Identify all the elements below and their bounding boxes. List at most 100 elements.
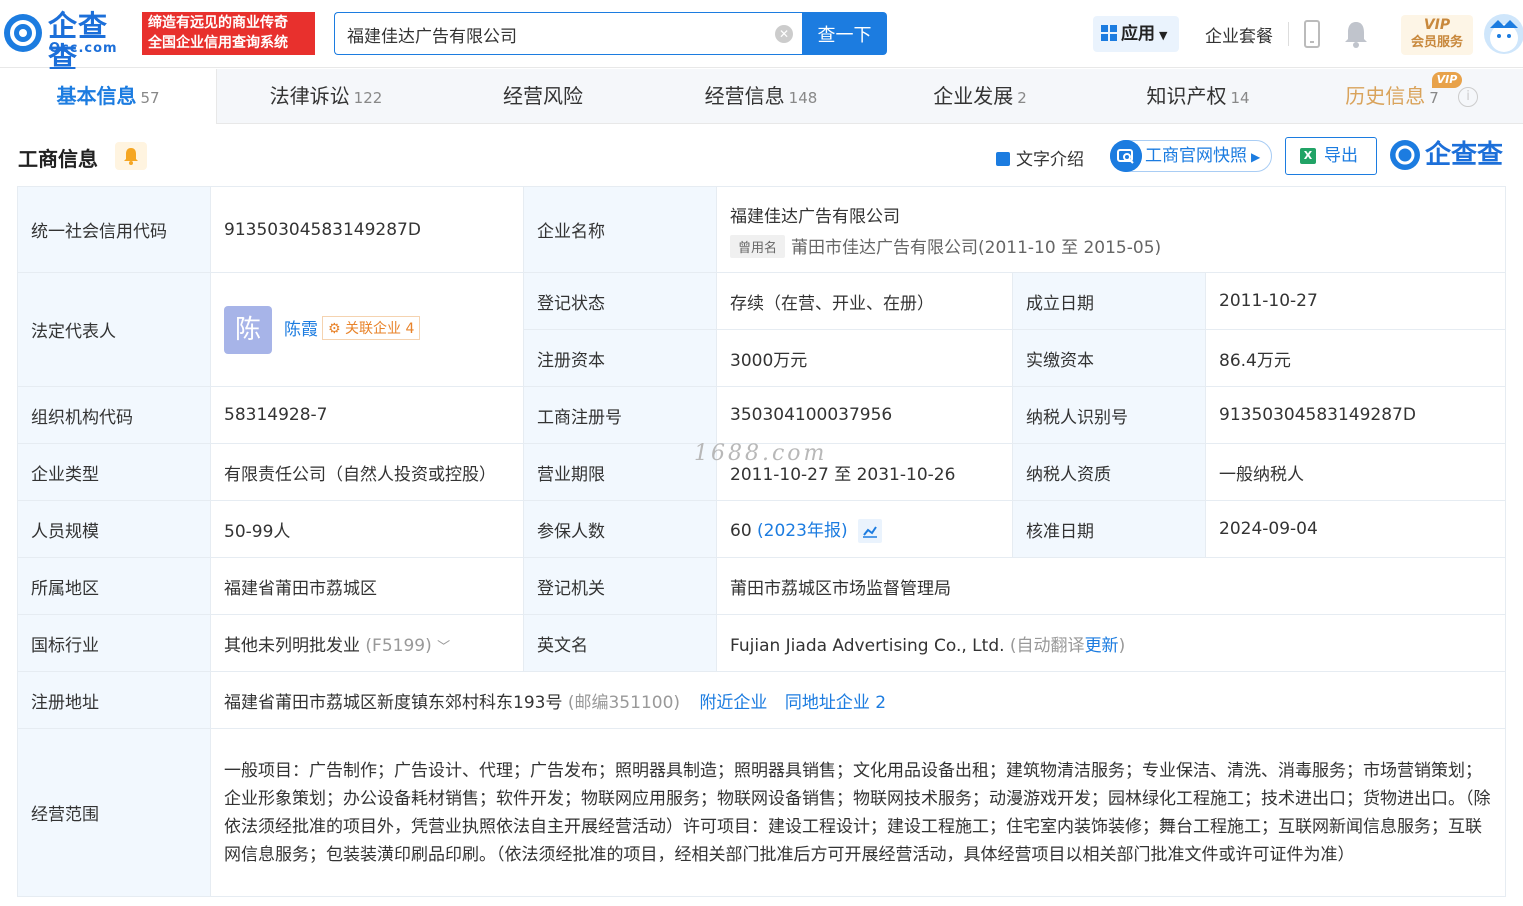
vip-service-label: 会员服务 — [1410, 35, 1463, 50]
same-address-companies-link[interactable]: 同地址企业 2 — [785, 693, 886, 713]
reg-status-value: 存续（在营、开业、在册） — [716, 272, 1013, 330]
address-cell: 福建省莆田市荔城区新度镇东郊村科东193号 (邮编351100) 附近企业 同地… — [210, 671, 1506, 729]
reg-status-label: 登记状态 — [523, 272, 717, 330]
text-intro-label: 文字介绍 — [1016, 150, 1084, 170]
play-arrow-icon: ▶ — [1251, 150, 1261, 164]
tab-development[interactable]: 企业发展 2 — [871, 69, 1089, 124]
tab-ip[interactable]: 知识产权 14 — [1089, 69, 1307, 124]
established-label: 成立日期 — [1012, 272, 1206, 330]
tab-basic-info[interactable]: 基本信息 57 — [0, 69, 217, 124]
search-button[interactable]: 查一下 — [802, 12, 887, 55]
business-info-table: 统一社会信用代码 91350304583149287D 企业名称 福建佳达广告有… — [17, 186, 1506, 897]
bell-icon — [124, 148, 138, 165]
approval-date-label: 核准日期 — [1012, 500, 1206, 558]
tab-legal[interactable]: 法律诉讼 122 — [217, 69, 435, 124]
slogan-banner: 缔造有远见的商业传奇 全国企业信用查询系统 — [142, 12, 315, 55]
table-row: 所属地区 福建省莆田市荔城区 登记机关 莆田市荔城区市场监督管理局 — [17, 557, 1506, 615]
scope-value: 一般项目：广告制作；广告设计、代理；广告发布；照明器具制造；照明器具销售；文化用… — [210, 728, 1506, 897]
enterprise-suite-link[interactable]: 企业套餐 — [1205, 22, 1273, 47]
qcc-brand-mark: 企查查 — [1389, 139, 1507, 173]
taxpayer-id-value: 91350304583149287D — [1205, 386, 1506, 444]
export-label: 导出 — [1324, 146, 1358, 166]
former-name-tag: 曾用名 — [730, 234, 786, 258]
tab-operations[interactable]: 经营信息 148 — [651, 69, 871, 124]
former-name-value: 莆田市佳达广告有限公司 — [791, 237, 979, 258]
user-avatar[interactable] — [1484, 14, 1523, 54]
taxpayer-qual-label: 纳税人资质 — [1012, 443, 1206, 501]
english-name-cell: Fujian Jiada Advertising Co., Ltd. (自动翻译… — [716, 614, 1506, 672]
tab-count: 122 — [353, 89, 383, 107]
tab-label: 法律诉讼 — [269, 84, 350, 108]
tab-label: 企业发展 — [933, 84, 1014, 108]
table-row: 法定代表人 陈陈霞 ⚙ 关联企业 4 登记状态 存续（在营、开业、在册） 成立日期… — [17, 272, 1506, 387]
network-icon: ⚙ — [328, 320, 341, 337]
notification-bell-icon[interactable] — [1343, 20, 1369, 48]
company-name-value: 福建佳达广告有限公司 — [730, 206, 900, 227]
nearby-companies-link[interactable]: 附近企业 — [699, 693, 767, 713]
biz-term-label: 营业期限 — [523, 443, 717, 501]
tab-label: 基本信息 — [56, 84, 137, 108]
search-input[interactable] — [347, 22, 767, 46]
reg-authority-label: 登记机关 — [523, 557, 717, 615]
region-value: 福建省莆田市荔城区 — [210, 557, 524, 615]
table-row: 人员规模 50-99人 参保人数 60 (2023年报) 核准日期 2024-0… — [17, 500, 1506, 558]
snapshot-label: 工商官网快照 — [1145, 146, 1247, 166]
clear-icon[interactable]: ✕ — [775, 25, 793, 43]
biz-reg-no-value: 350304100037956 — [716, 386, 1013, 444]
former-name-row: 曾用名 莆田市佳达广告有限公司(2011-10 至 2015-05) — [730, 233, 1492, 258]
mobile-icon[interactable] — [1304, 20, 1320, 48]
paid-capital-label: 实缴资本 — [1012, 329, 1206, 387]
english-name-label: 英文名 — [523, 614, 717, 672]
related-companies-tag[interactable]: ⚙ 关联企业 4 — [322, 315, 421, 340]
reg-capital-value: 3000万元 — [716, 329, 1013, 387]
qcc-logo[interactable]: 企查查 Qcc.com — [2, 10, 137, 74]
address-label: 注册地址 — [17, 671, 211, 729]
insured-label: 参保人数 — [523, 500, 717, 558]
address-value: 福建省莆田市荔城区新度镇东郊村科东193号 — [224, 692, 563, 713]
staff-size-label: 人员规模 — [17, 500, 211, 558]
app-menu-button[interactable]: 应用 ▼ — [1093, 16, 1179, 52]
vip-service-button[interactable]: VIP 会员服务 — [1401, 15, 1473, 55]
english-name-value: Fujian Jiada Advertising Co., Ltd. — [730, 635, 1005, 656]
table-row: 国标行业 其他未列明批发业 (F5199) ﹀ 英文名 Fujian Jiada… — [17, 614, 1506, 672]
qcc-logo-icon — [4, 14, 42, 52]
slogan-line-2: 全国企业信用查询系统 — [148, 35, 288, 51]
tab-label: 历史信息 — [1345, 84, 1426, 108]
chevron-down-icon[interactable]: ﹀ — [437, 640, 450, 655]
info-icon[interactable]: i — [1458, 87, 1478, 107]
document-icon — [996, 152, 1010, 166]
avatar-mascot-icon — [1490, 20, 1518, 52]
industry-code: (F5199) — [365, 635, 432, 656]
org-code-label: 组织机构代码 — [17, 386, 211, 444]
tab-label: 经营风险 — [503, 84, 583, 108]
former-name-period: (2011-10 至 2015-05) — [978, 237, 1162, 258]
legal-rep-cell: 陈陈霞 ⚙ 关联企业 4 — [210, 272, 524, 387]
tab-count: 14 — [1230, 89, 1250, 107]
text-intro-link[interactable]: 文字介绍 — [996, 145, 1084, 170]
monitor-bell-button[interactable] — [115, 142, 147, 170]
legal-rep-link[interactable]: 陈霞 — [284, 320, 318, 340]
annual-report-link[interactable]: (2023年报) — [757, 521, 848, 541]
table-row: 经营范围 一般项目：广告制作；广告设计、代理；广告发布；照明器具制造；照明器具销… — [17, 728, 1506, 897]
watermark: 1688.com — [694, 441, 828, 466]
taxpayer-id-label: 纳税人识别号 — [1012, 386, 1206, 444]
company-name-label: 企业名称 — [523, 186, 717, 273]
official-snapshot-button[interactable]: 工商官网快照 ▶ — [1110, 140, 1272, 172]
tab-label: 经营信息 — [704, 84, 785, 108]
apps-grid-icon — [1101, 25, 1117, 41]
update-link[interactable]: 更新 — [1085, 636, 1119, 656]
export-button[interactable]: X 导出 — [1285, 137, 1377, 175]
legal-rep-label: 法定代表人 — [17, 272, 211, 387]
tab-count: 148 — [788, 89, 818, 107]
tab-count: 57 — [140, 89, 160, 107]
trend-chart-icon[interactable] — [857, 518, 882, 543]
industry-value: 其他未列明批发业 — [224, 635, 360, 656]
biz-reg-no-label: 工商注册号 — [523, 386, 717, 444]
related-label: 关联企业 — [345, 320, 402, 337]
section-title: 工商信息 — [18, 147, 98, 171]
region-label: 所属地区 — [17, 557, 211, 615]
tab-risk[interactable]: 经营风险 — [435, 69, 651, 124]
tab-count: 7 — [1429, 89, 1439, 107]
table-row: 统一社会信用代码 91350304583149287D 企业名称 福建佳达广告有… — [17, 186, 1506, 273]
table-row: 注册地址 福建省莆田市荔城区新度镇东郊村科东193号 (邮编351100) 附近… — [17, 671, 1506, 729]
